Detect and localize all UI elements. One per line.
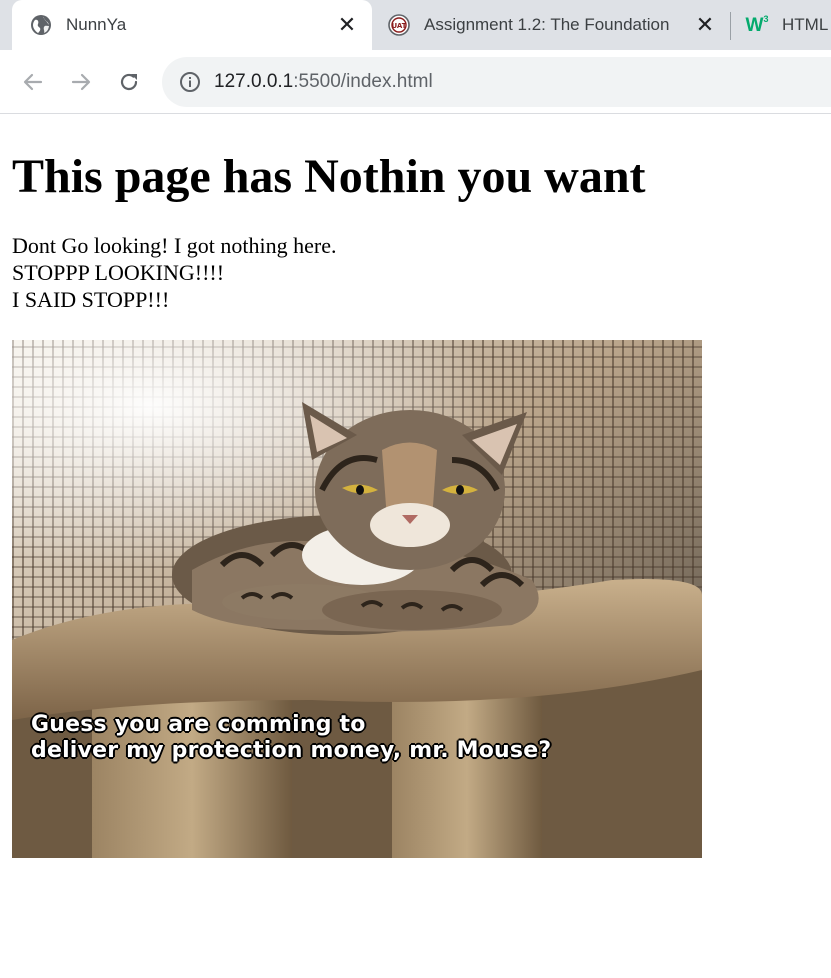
- tab-separator: [730, 12, 731, 40]
- tab-title: NunnYa: [66, 15, 127, 34]
- url-text[interactable]: 127.0.0.1:5500/index.html: [214, 71, 433, 93]
- meme-caption: Guess you are comming to deliver my prot…: [31, 712, 681, 764]
- svg-text:UAT: UAT: [391, 22, 406, 30]
- url-path: :5500/index.html: [293, 71, 433, 92]
- tab-strip: NunnYa ✕ UAT Assignment 1.2: The Foundat…: [0, 0, 831, 50]
- url-host: 127.0.0.1: [214, 71, 294, 92]
- tab-nunnya[interactable]: NunnYa ✕: [12, 0, 372, 50]
- text-line: Dont Go looking! I got nothing here.: [12, 233, 337, 258]
- forward-button[interactable]: [65, 66, 97, 98]
- text-line: STOPPP LOOKING!!!!: [12, 260, 225, 285]
- page-content: This page has Nothin you want Dont Go lo…: [12, 115, 822, 313]
- reload-icon: [120, 73, 138, 91]
- arrow-right-icon: [71, 73, 91, 91]
- address-bar[interactable]: 127.0.0.1:5500/index.html: [162, 57, 831, 107]
- text-line: I SAID STOPP!!!: [12, 287, 170, 312]
- tab-assignment[interactable]: UAT Assignment 1.2: The Foundation ✕: [372, 0, 728, 50]
- globe-icon: [30, 14, 52, 36]
- back-button[interactable]: [17, 66, 49, 98]
- uat-logo-icon: UAT: [388, 14, 410, 36]
- close-tab-icon[interactable]: ✕: [694, 14, 716, 36]
- arrow-left-icon: [23, 73, 43, 91]
- cat-illustration: [12, 340, 702, 858]
- w3schools-logo-icon: W3: [745, 13, 769, 36]
- page-heading: This page has Nothin you want: [12, 150, 646, 203]
- page-paragraph: Dont Go looking! I got nothing here. STO…: [12, 232, 822, 313]
- caption-line: Guess you are comming to: [31, 712, 366, 737]
- reload-button[interactable]: [113, 66, 145, 98]
- browser-toolbar: 127.0.0.1:5500/index.html: [0, 50, 831, 114]
- close-tab-icon[interactable]: ✕: [336, 14, 358, 36]
- info-icon[interactable]: [178, 70, 202, 94]
- tab-title: HTML: [782, 15, 829, 34]
- cat-meme-image: [12, 340, 702, 858]
- caption-line: deliver my protection money, mr. Mouse?: [31, 738, 552, 763]
- tab-html[interactable]: W3 HTML: [732, 0, 831, 50]
- tab-title: Assignment 1.2: The Foundation: [424, 15, 670, 34]
